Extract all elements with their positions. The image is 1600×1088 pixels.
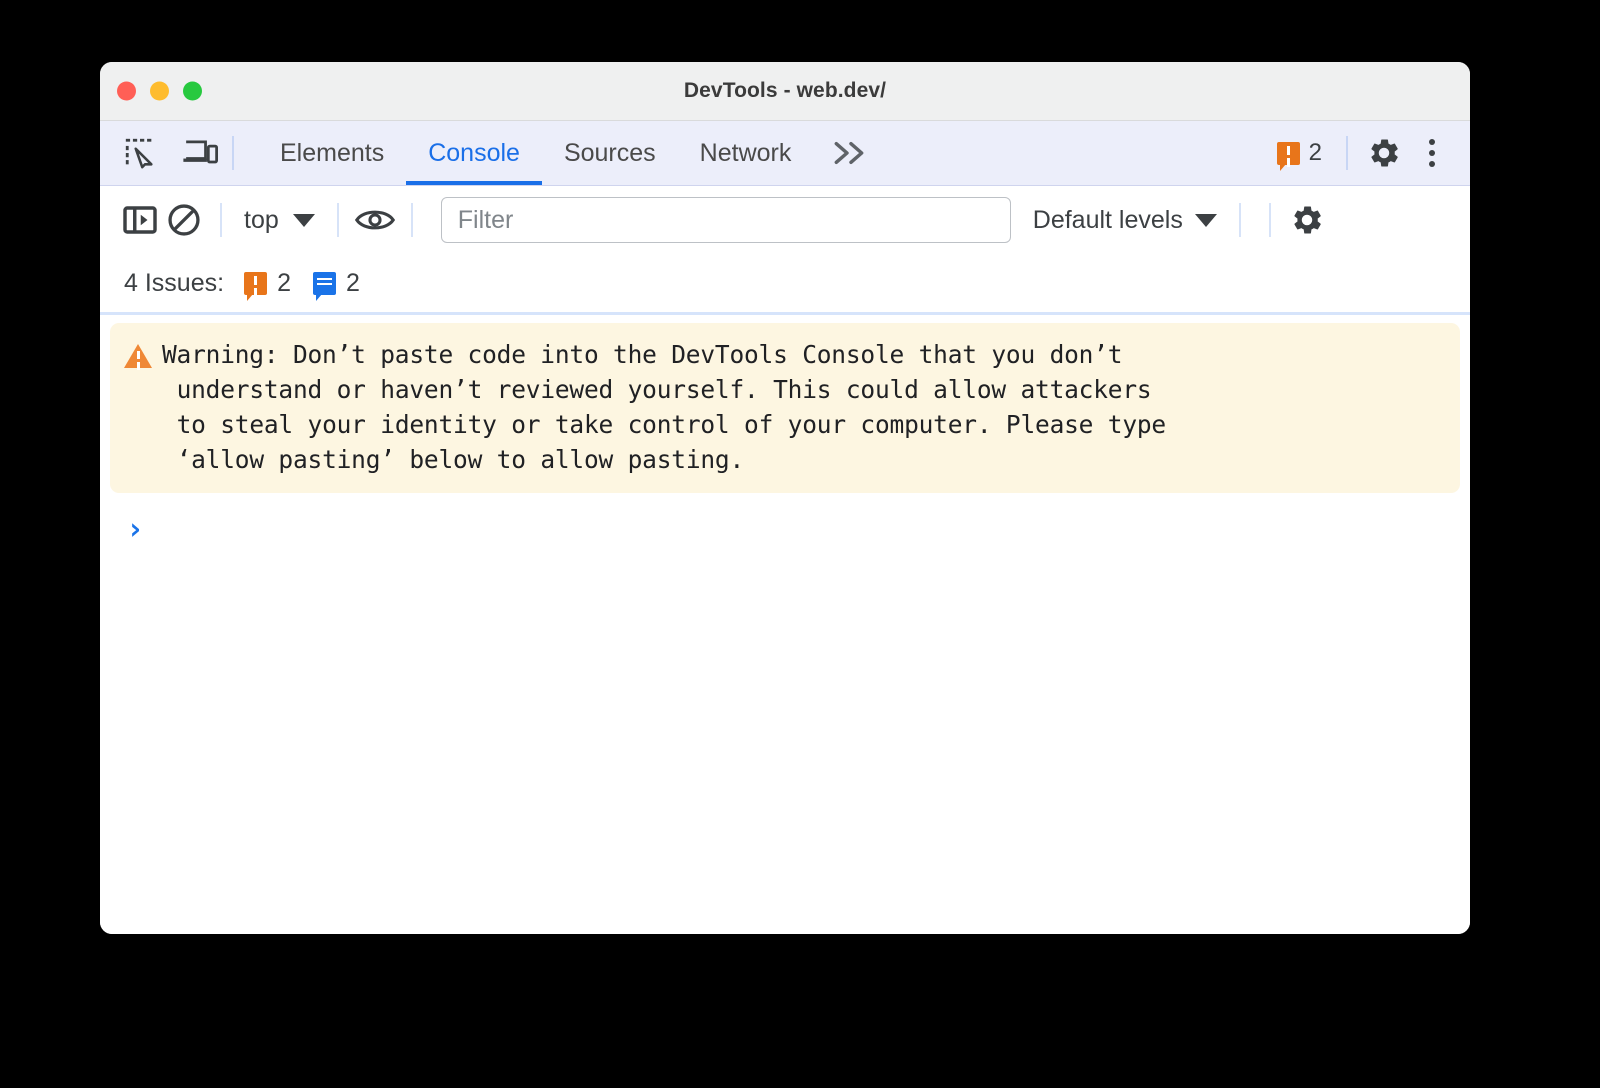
tabbar-warning-count: 2	[1308, 139, 1322, 166]
devtools-tabbar: Elements Console Sources Network 2	[100, 121, 1470, 186]
tab-network[interactable]: Network	[678, 121, 814, 185]
warning-triangle-icon	[124, 344, 152, 368]
tabbar-right-divider	[1346, 136, 1348, 170]
three-dot-menu-icon	[1429, 139, 1435, 167]
chevron-down-icon	[292, 213, 315, 227]
tabbar-divider	[232, 136, 234, 170]
gear-icon	[1294, 206, 1321, 234]
toolbar-divider-1	[220, 203, 222, 237]
devtools-window: DevTools - web.dev/ Elements Console Sou…	[100, 62, 1470, 934]
console-filter-box[interactable]	[440, 197, 1011, 243]
issues-summary-bar[interactable]: 4 Issues: 2 2	[100, 254, 1470, 315]
issues-count-label: 4 Issues:	[124, 268, 225, 297]
issues-info-count: 2	[345, 268, 360, 297]
more-tabs-button[interactable]	[813, 121, 889, 185]
tab-sources-label: Sources	[563, 138, 656, 167]
tabbar-warning-counter[interactable]: 2	[1267, 139, 1332, 171]
info-bubble-icon	[312, 271, 336, 301]
issues-warning-count: 2	[277, 268, 291, 297]
window-title: DevTools - web.dev/	[683, 79, 887, 102]
console-sidebar-toggle-button[interactable]	[118, 198, 162, 242]
issues-info-group[interactable]: 2	[312, 268, 360, 301]
console-prompt-row[interactable]: ›	[100, 493, 1470, 549]
tab-elements-label: Elements	[280, 138, 385, 167]
toolbar-divider-3	[410, 203, 413, 237]
issues-warning-group[interactable]: 2	[244, 268, 291, 301]
toolbar-divider-4	[1238, 203, 1241, 237]
filter-input[interactable]	[455, 204, 996, 236]
tabbar-left-tools	[100, 121, 222, 185]
warning-bubble-icon	[244, 271, 268, 301]
clear-console-icon	[168, 204, 200, 236]
log-level-selector[interactable]: Default levels	[1025, 206, 1225, 235]
tabbar-right-tools: 2	[1267, 121, 1470, 185]
tab-elements[interactable]: Elements	[258, 121, 406, 185]
console-sidebar-icon	[123, 206, 157, 234]
devtools-settings-button[interactable]	[1362, 131, 1406, 175]
devtools-more-options-button[interactable]	[1410, 131, 1454, 175]
eye-icon	[354, 210, 395, 230]
console-settings-button[interactable]	[1285, 198, 1329, 242]
panel-tabs: Elements Console Sources Network	[258, 121, 889, 185]
tab-console[interactable]: Console	[406, 121, 542, 185]
inspect-element-icon	[125, 138, 153, 169]
gear-icon	[1371, 139, 1398, 167]
console-message-area: Warning: Don’t paste code into the DevTo…	[100, 315, 1470, 934]
tab-console-label: Console	[428, 138, 520, 167]
tab-network-label: Network	[699, 138, 792, 167]
chevron-double-right-icon	[834, 141, 864, 165]
live-expression-button[interactable]	[353, 198, 397, 242]
prompt-chevron-icon: ›	[126, 512, 145, 547]
console-toolbar: top Default levels	[100, 186, 1470, 254]
tab-sources[interactable]: Sources	[542, 121, 678, 185]
log-level-label: Default levels	[1032, 205, 1183, 234]
device-toolbar-icon	[183, 140, 218, 164]
inspect-element-button[interactable]	[118, 131, 162, 175]
toolbar-divider-2	[336, 203, 339, 237]
console-warning-message: Warning: Don’t paste code into the DevTo…	[110, 323, 1460, 493]
device-toolbar-button[interactable]	[178, 131, 222, 175]
console-warning-text: Warning: Don’t paste code into the DevTo…	[162, 340, 1166, 474]
clear-console-button[interactable]	[162, 198, 206, 242]
window-titlebar: DevTools - web.dev/	[100, 62, 1470, 121]
execution-context-selector[interactable]: top	[236, 206, 323, 235]
warning-bubble-icon	[1276, 141, 1300, 171]
chevron-down-icon	[1194, 213, 1217, 227]
toolbar-divider-5	[1268, 203, 1271, 237]
console-prompt-input[interactable]	[144, 515, 1470, 549]
execution-context-label: top	[244, 205, 279, 234]
